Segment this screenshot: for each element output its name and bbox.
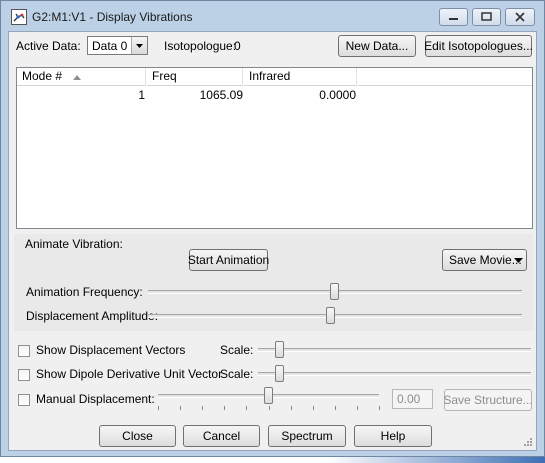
animation-frequency-slider[interactable] bbox=[330, 283, 339, 300]
table-row[interactable]: 1 1065.09 0.0000 bbox=[17, 87, 532, 103]
taskbar-strip bbox=[0, 457, 545, 463]
manual-displacement-checkbox[interactable] bbox=[18, 394, 30, 406]
slider-tick bbox=[312, 406, 314, 410]
spectrum-button[interactable]: Spectrum bbox=[268, 425, 346, 447]
slider-tick bbox=[379, 406, 380, 410]
dipole-scale-track bbox=[258, 372, 531, 376]
title-bar[interactable]: G2:M1:V1 - Display Vibrations bbox=[1, 1, 544, 31]
show-dipole-derivative-label: Show Dipole Derivative Unit Vector bbox=[36, 367, 223, 381]
displacement-amplitude-slider[interactable] bbox=[326, 307, 336, 324]
vibration-mode-table[interactable]: Mode # Freq Infrared 1 1065.09 0.0000 bbox=[16, 67, 533, 229]
isotopologue-label: Isotopologue: bbox=[164, 39, 237, 53]
slider-tick bbox=[202, 406, 204, 410]
animate-vibration-label: Animate Vibration: bbox=[25, 237, 123, 251]
active-data-select[interactable]: Data 0 bbox=[87, 36, 148, 55]
window-title: G2:M1:V1 - Display Vibrations bbox=[32, 10, 193, 24]
slider-tick bbox=[334, 406, 336, 410]
show-displacement-vectors-label: Show Displacement Vectors bbox=[36, 343, 186, 357]
cell-infrared: 0.0000 bbox=[319, 88, 356, 102]
minimize-button[interactable] bbox=[439, 8, 468, 26]
slider-tick bbox=[224, 406, 226, 410]
dipole-scale-slider[interactable] bbox=[274, 365, 284, 382]
column-header-mode[interactable]: Mode # bbox=[17, 68, 146, 86]
maximize-icon bbox=[481, 12, 492, 21]
slider-tick bbox=[356, 406, 358, 410]
maximize-button[interactable] bbox=[472, 8, 501, 26]
slider-tick bbox=[246, 406, 248, 410]
start-animation-button[interactable]: Start Animation bbox=[188, 249, 269, 271]
slider-tick bbox=[180, 406, 182, 410]
column-header-filler bbox=[358, 68, 532, 86]
slider-tick bbox=[268, 406, 270, 410]
isotopologue-value: 0 bbox=[234, 39, 241, 53]
save-movie-button[interactable]: Save Movie... bbox=[442, 249, 527, 271]
save-structure-button: Save Structure... bbox=[443, 389, 533, 411]
chevron-down-icon bbox=[136, 44, 143, 48]
cell-freq: 1065.09 bbox=[199, 88, 243, 102]
animation-frequency-label: Animation Frequency: bbox=[26, 285, 143, 299]
slider-tick bbox=[158, 406, 159, 410]
displacement-amplitude-label: Displacement Amplitude: bbox=[26, 309, 159, 323]
manual-displacement-label: Manual Displacement: bbox=[36, 392, 155, 406]
show-displacement-vectors-checkbox[interactable] bbox=[18, 345, 30, 357]
active-data-value: Data 0 bbox=[92, 39, 128, 53]
close-window-button[interactable] bbox=[505, 8, 535, 26]
close-button[interactable]: Close bbox=[99, 425, 176, 447]
column-header-mode-label: Mode # bbox=[22, 69, 63, 83]
app-icon bbox=[11, 9, 27, 25]
dipole-scale-label: Scale: bbox=[220, 367, 254, 381]
close-icon bbox=[515, 12, 525, 22]
manual-displacement-slider[interactable] bbox=[263, 387, 273, 404]
new-data-button[interactable]: New Data... bbox=[338, 35, 416, 57]
minimize-icon bbox=[449, 18, 458, 20]
manual-displacement-input: 0.00 bbox=[392, 389, 433, 409]
vectors-scale-label: Scale: bbox=[220, 343, 254, 357]
help-button[interactable]: Help bbox=[354, 425, 432, 447]
cell-mode: 1 bbox=[138, 88, 145, 102]
dialog-body: Active Data: Data 0 Isotopologue: 0 New … bbox=[8, 31, 537, 451]
edit-isotopologues-button[interactable]: Edit Isotopologues... bbox=[424, 35, 533, 57]
column-header-infrared[interactable]: Infrared bbox=[244, 68, 357, 86]
animate-vibration-group: Animate Vibration: Start Animation Save … bbox=[14, 234, 533, 331]
dropdown-button[interactable] bbox=[131, 37, 147, 54]
column-header-freq[interactable]: Freq bbox=[147, 68, 243, 86]
active-data-label: Active Data: bbox=[16, 39, 81, 53]
slider-tick bbox=[290, 406, 292, 410]
display-vibrations-window: G2:M1:V1 - Display Vibrations Active Dat… bbox=[0, 0, 545, 457]
vectors-scale-track bbox=[258, 348, 531, 352]
vectors-scale-slider[interactable] bbox=[274, 341, 284, 358]
resize-grip-icon[interactable] bbox=[523, 437, 533, 447]
cancel-button[interactable]: Cancel bbox=[183, 425, 260, 447]
dropdown-arrow-icon bbox=[514, 258, 523, 263]
save-movie-label: Save Movie... bbox=[449, 253, 522, 267]
sort-ascending-icon bbox=[73, 75, 81, 80]
show-dipole-derivative-checkbox[interactable] bbox=[18, 369, 30, 381]
